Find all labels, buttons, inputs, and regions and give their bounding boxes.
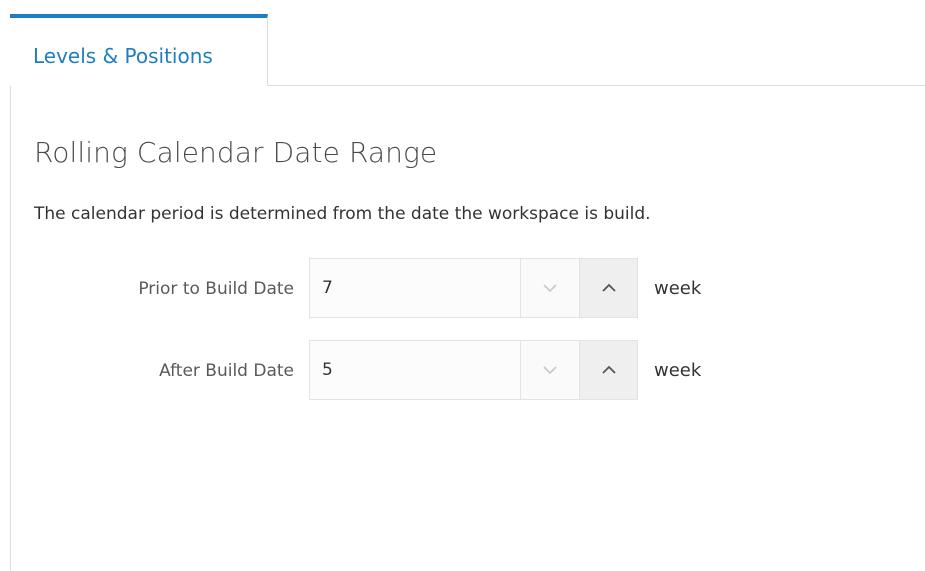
chevron-down-icon <box>542 366 557 375</box>
chevron-down-icon <box>542 284 557 293</box>
prior-build-date-spinner <box>309 258 638 318</box>
after-decrement-button[interactable] <box>520 341 578 399</box>
chevron-up-icon <box>601 283 616 292</box>
tab-strip-divider <box>268 85 925 86</box>
after-build-date-label: After Build Date <box>159 361 294 381</box>
settings-panel: Levels & Positions Rolling Calendar Date… <box>0 0 925 571</box>
prior-decrement-button[interactable] <box>520 259 578 317</box>
tab-label: Levels & Positions <box>33 44 213 68</box>
prior-build-date-row: Prior to Build Date week <box>0 258 925 318</box>
prior-build-date-label: Prior to Build Date <box>138 279 294 299</box>
after-unit-label: week <box>654 360 702 381</box>
after-build-date-spinner <box>309 340 638 400</box>
section-title: Rolling Calendar Date Range <box>34 136 438 169</box>
after-build-date-input[interactable] <box>310 341 520 399</box>
prior-increment-button[interactable] <box>579 259 637 317</box>
prior-unit-label: week <box>654 278 702 299</box>
section-description: The calendar period is determined from t… <box>34 204 651 224</box>
prior-build-date-input[interactable] <box>310 259 520 317</box>
tab-levels-positions[interactable]: Levels & Positions <box>10 14 268 86</box>
after-increment-button[interactable] <box>579 341 637 399</box>
after-build-date-row: After Build Date week <box>0 340 925 400</box>
chevron-up-icon <box>601 365 616 374</box>
